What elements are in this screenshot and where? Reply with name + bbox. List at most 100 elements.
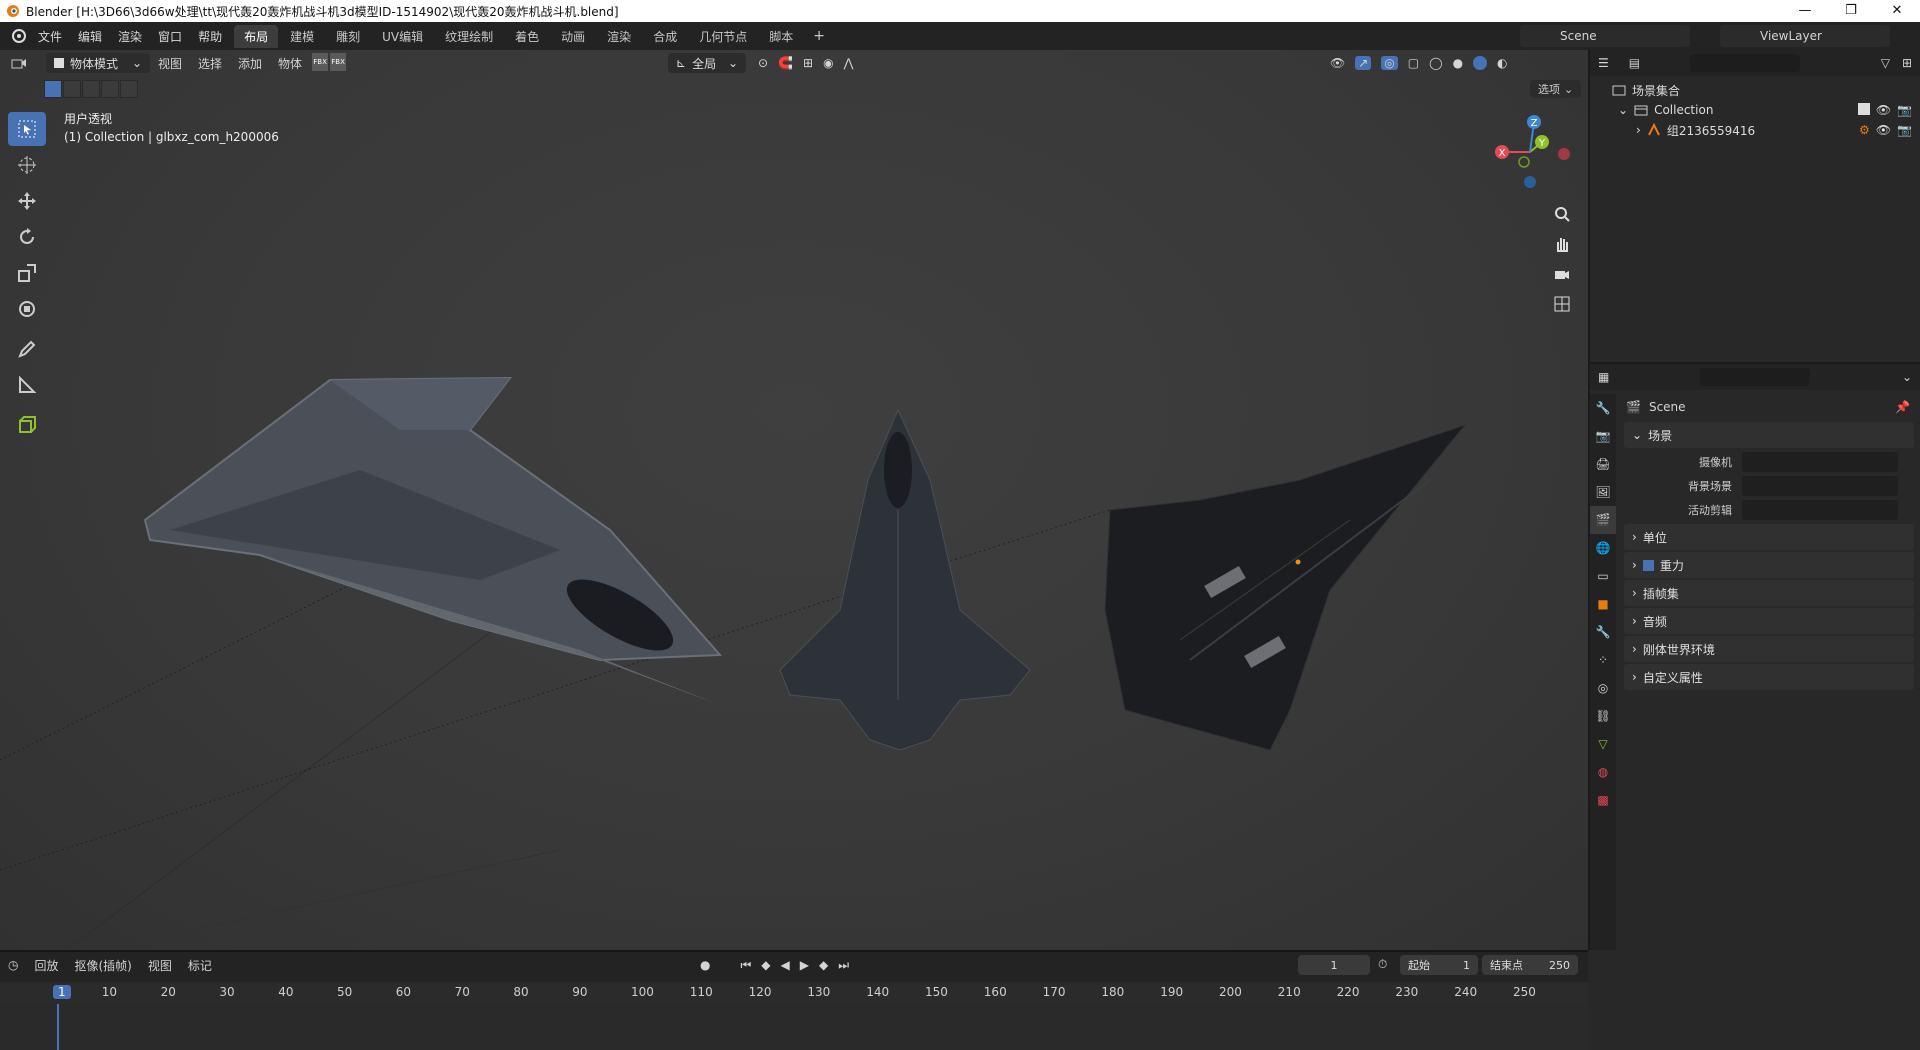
tab-scripting[interactable]: 脚本 (759, 25, 803, 48)
annotate-tool[interactable] (8, 332, 46, 366)
record-icon[interactable]: ● (700, 958, 710, 973)
material-shading-icon[interactable] (1473, 56, 1488, 70)
minimize-button[interactable]: — (1782, 0, 1828, 22)
navigation-gizmo[interactable]: X Y Z (1490, 110, 1570, 190)
options-dropdown[interactable]: 选项 ⌄ (1530, 80, 1582, 98)
timeline-ruler[interactable]: 1 10 20 30 40 50 60 70 80 90 100 110 120 130 140 150 160… (0, 982, 1588, 1004)
menu-help[interactable]: 帮助 (190, 28, 230, 45)
tool-tab-icon[interactable]: 🔧 (1590, 394, 1616, 422)
select-subtract-button[interactable] (82, 80, 100, 98)
gizmo-toggle-icon[interactable]: ↗ (1355, 56, 1372, 70)
stopwatch-icon[interactable]: ⏱ (1378, 957, 1387, 972)
maximize-button[interactable]: ❐ (1828, 0, 1874, 22)
data-tab-icon[interactable]: ▽ (1590, 730, 1616, 758)
hand-pan-icon[interactable] (1548, 230, 1576, 258)
tab-shading[interactable]: 着色 (505, 25, 549, 48)
expand-chevron-icon[interactable]: ⌄ (1618, 103, 1628, 117)
rendered-shading-icon[interactable]: ◐ (1497, 56, 1507, 70)
start-frame-field[interactable]: 起始 1 (1400, 955, 1478, 975)
grid-perspective-icon[interactable] (1548, 290, 1576, 318)
jump-start-icon[interactable]: ⏮ (740, 958, 751, 973)
properties-editor-icon[interactable]: ▦ (1598, 370, 1609, 384)
xray-icon[interactable]: ▢ (1408, 56, 1419, 70)
timeline-editor-icon[interactable]: ◷ (0, 958, 26, 972)
checkbox-icon[interactable] (1857, 103, 1870, 115)
fbx-addon-icons[interactable]: FBX FBX (312, 53, 350, 73)
timeline-menu-marker[interactable]: 标记 (180, 957, 220, 974)
fbx-import-icon[interactable]: FBX (312, 53, 329, 71)
rotate-tool[interactable] (8, 220, 46, 254)
jump-end-icon[interactable]: ⏭ (838, 958, 849, 973)
units-panel-header[interactable]: › 单位 (1624, 524, 1914, 550)
falloff-icon[interactable]: ⋀ (844, 56, 854, 70)
tab-geometry-nodes[interactable]: 几何节点 (689, 25, 757, 48)
view-layer-selector[interactable]: ViewLayer (1720, 25, 1890, 47)
neg-y-axis-handle[interactable] (1518, 156, 1530, 168)
select-box-tool[interactable] (8, 112, 46, 146)
collapse-chevron-icon[interactable]: › (1636, 123, 1641, 137)
neg-x-axis-handle[interactable] (1558, 148, 1570, 160)
camera-field[interactable] (1742, 452, 1898, 472)
mode-dropdown[interactable]: 物体模式 ⌄ (46, 53, 150, 73)
tab-uv-editing[interactable]: UV编辑 (372, 25, 433, 48)
menu-file[interactable]: 文件 (30, 28, 70, 45)
snap-target-icon[interactable]: ⊞ (803, 56, 813, 70)
select-new-button[interactable] (44, 80, 62, 98)
scale-tool[interactable] (8, 256, 46, 290)
viewport-menu-object[interactable]: 物体 (270, 55, 310, 72)
camera-icon[interactable]: 📷 (1897, 123, 1912, 137)
select-extend-button[interactable] (63, 80, 81, 98)
world-tab-icon[interactable]: 🌐 (1590, 534, 1616, 562)
new-collection-icon[interactable]: ⊞ (1902, 56, 1912, 70)
active-clip-field[interactable] (1742, 500, 1898, 520)
aircraft-model-center[interactable] (779, 408, 1031, 751)
collection-tab-icon[interactable]: ▭ (1590, 562, 1616, 590)
tab-animation[interactable]: 动画 (551, 25, 595, 48)
timeline-menu-view[interactable]: 视图 (140, 957, 180, 974)
camera-icon[interactable]: 📷 (1897, 103, 1912, 117)
scene-tab-icon[interactable]: 🎬 (1590, 506, 1616, 534)
select-invert-button[interactable] (101, 80, 119, 98)
particles-tab-icon[interactable]: ⁘ (1590, 646, 1616, 674)
snap-icon[interactable]: 🧲 (778, 56, 793, 70)
select-intersect-button[interactable] (120, 80, 138, 98)
viewport-menu-select[interactable]: 选择 (190, 55, 230, 72)
texture-tab-icon[interactable]: ▩ (1590, 786, 1616, 814)
pin-icon[interactable]: 📌 (1895, 400, 1910, 414)
cursor-tool[interactable] (8, 148, 46, 182)
audio-panel-header[interactable]: › 音频 (1624, 608, 1914, 634)
proportional-edit-icon[interactable]: ◉ (823, 56, 833, 70)
tab-rendering[interactable]: 渲染 (597, 25, 641, 48)
tab-compositing[interactable]: 合成 (643, 25, 687, 48)
physics-tab-icon[interactable]: ◎ (1590, 674, 1616, 702)
editor-type-icon[interactable] (0, 56, 38, 70)
view-layer-tab-icon[interactable]: 🖼 (1590, 478, 1616, 506)
outliner-search-input[interactable] (1690, 54, 1800, 72)
keying-sets-panel-header[interactable]: › 插帧集 (1624, 580, 1914, 606)
visibility-icon[interactable]: 👁 (1330, 56, 1345, 70)
aircraft-model-right[interactable] (1104, 423, 1467, 751)
neg-z-axis-handle[interactable] (1524, 176, 1536, 188)
outliner-row-scene-collection[interactable]: 场景集合 (1590, 80, 1920, 100)
display-mode-icon[interactable]: ▤ (1629, 56, 1640, 70)
playhead-line[interactable] (57, 1004, 59, 1050)
render-tab-icon[interactable]: 📷 (1590, 422, 1616, 450)
add-workspace-button[interactable]: + (805, 28, 833, 44)
close-button[interactable]: ✕ (1874, 0, 1920, 22)
viewport-menu-add[interactable]: 添加 (230, 55, 270, 72)
pivot-icon[interactable]: ⊙ (758, 56, 768, 70)
blender-menu-icon[interactable] (8, 25, 30, 47)
menu-window[interactable]: 窗口 (150, 28, 190, 45)
add-cube-tool[interactable] (8, 408, 46, 442)
transform-tool[interactable] (8, 292, 46, 326)
constraints-tab-icon[interactable]: ⛓ (1590, 702, 1616, 730)
end-frame-field[interactable]: 结束点 250 (1482, 955, 1578, 975)
solid-shading-icon[interactable]: ● (1453, 56, 1463, 70)
transform-orientation-dropdown[interactable]: ⊾ 全局 ⌄ (668, 53, 746, 73)
tab-texture-paint[interactable]: 纹理绘制 (435, 25, 503, 48)
eye-icon[interactable]: 👁 (1876, 103, 1891, 117)
gravity-checkbox[interactable] (1642, 559, 1654, 571)
scene-panel-header[interactable]: ⌄ 场景 (1624, 422, 1914, 448)
tab-sculpting[interactable]: 雕刻 (326, 25, 370, 48)
outliner-row-collection[interactable]: ⌄ Collection 👁 📷 (1590, 100, 1920, 120)
